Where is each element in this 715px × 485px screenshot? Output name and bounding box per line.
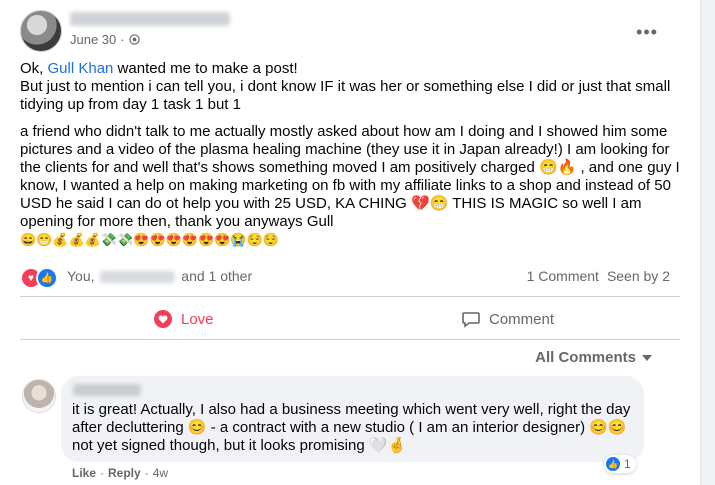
comment-like-badge[interactable]: 👍 1 [604,455,636,473]
para2-text: a friend who didn't talk to me actually … [20,123,680,230]
post-counts: 1 Comment Seen by 2 [527,268,670,284]
love-button[interactable]: Love [153,302,214,336]
comment-button[interactable]: Comment [461,302,554,336]
comment-count[interactable]: 1 Comment [527,268,599,284]
para1-line2: But just to mention i can tell you, i do… [20,78,671,113]
post-date[interactable]: June 30 [70,32,116,47]
emoji-row: 😄😁💰💰💰💸💸😍😍😍😍😍😍😭😌😌 [20,232,279,247]
like-reaction-icon: 👍 [36,267,58,289]
comment-actions: Like · Reply · 4w [72,466,168,480]
reactor-you: You, [67,268,95,284]
audience-icon[interactable] [128,34,140,45]
commenter-name-redacted[interactable] [73,384,141,396]
comment-time[interactable]: 4w [153,466,168,480]
comment-icon [462,312,480,328]
post-card: June 30 · ••• Ok, Gull Khan wanted me to… [0,0,700,485]
para1-rest: wanted me to make a post! [113,60,298,77]
reactions-summary: ♥ 👍 You, and 1 other 1 Comment Seen by 2 [20,267,670,289]
chevron-down-icon [642,354,652,361]
more-options-icon[interactable]: ••• [636,22,658,43]
post-paragraph-1: Ok, Gull Khan wanted me to make a post! … [20,60,680,114]
meta-dot: · [120,32,125,47]
author-name-redacted[interactable] [70,12,230,26]
post-body: Ok, Gull Khan wanted me to make a post! … [20,60,680,258]
post-paragraph-2: a friend who didn't talk to me actually … [20,123,680,249]
sort-label: All Comments [535,349,636,366]
reactor-others: and 1 other [181,268,253,284]
comment-text: it is great! Actually, I also had a busi… [72,401,631,454]
like-icon: 👍 [606,457,620,471]
mention-link[interactable]: Gull Khan [48,60,114,77]
comment-like-button[interactable]: Like [72,466,96,480]
divider-bottom [20,339,680,340]
seen-by[interactable]: Seen by 2 [607,268,670,284]
comment-label: Comment [489,310,555,328]
post-meta: June 30 · [70,32,140,47]
reaction-icons[interactable]: ♥ 👍 [20,267,58,289]
comment-sort-dropdown[interactable]: All Comments [535,349,652,366]
comment-bubble: it is great! Actually, I also had a busi… [61,376,644,462]
love-icon [154,310,172,328]
reactor-name-redacted [100,271,176,284]
comment-sep: · [100,466,105,480]
divider-top [20,296,680,297]
reactors-text[interactable]: You, and 1 other [67,268,252,284]
comment-like-count: 1 [624,457,631,471]
post-header: June 30 · ••• [20,10,680,52]
author-avatar[interactable] [20,10,62,52]
comment-reply-button[interactable]: Reply [108,466,141,480]
action-bar: Love Comment [20,302,680,336]
comment-sep-2: · [144,466,149,480]
para1-prefix: Ok, [20,60,48,77]
commenter-avatar[interactable] [22,379,56,413]
love-label: Love [181,310,214,328]
